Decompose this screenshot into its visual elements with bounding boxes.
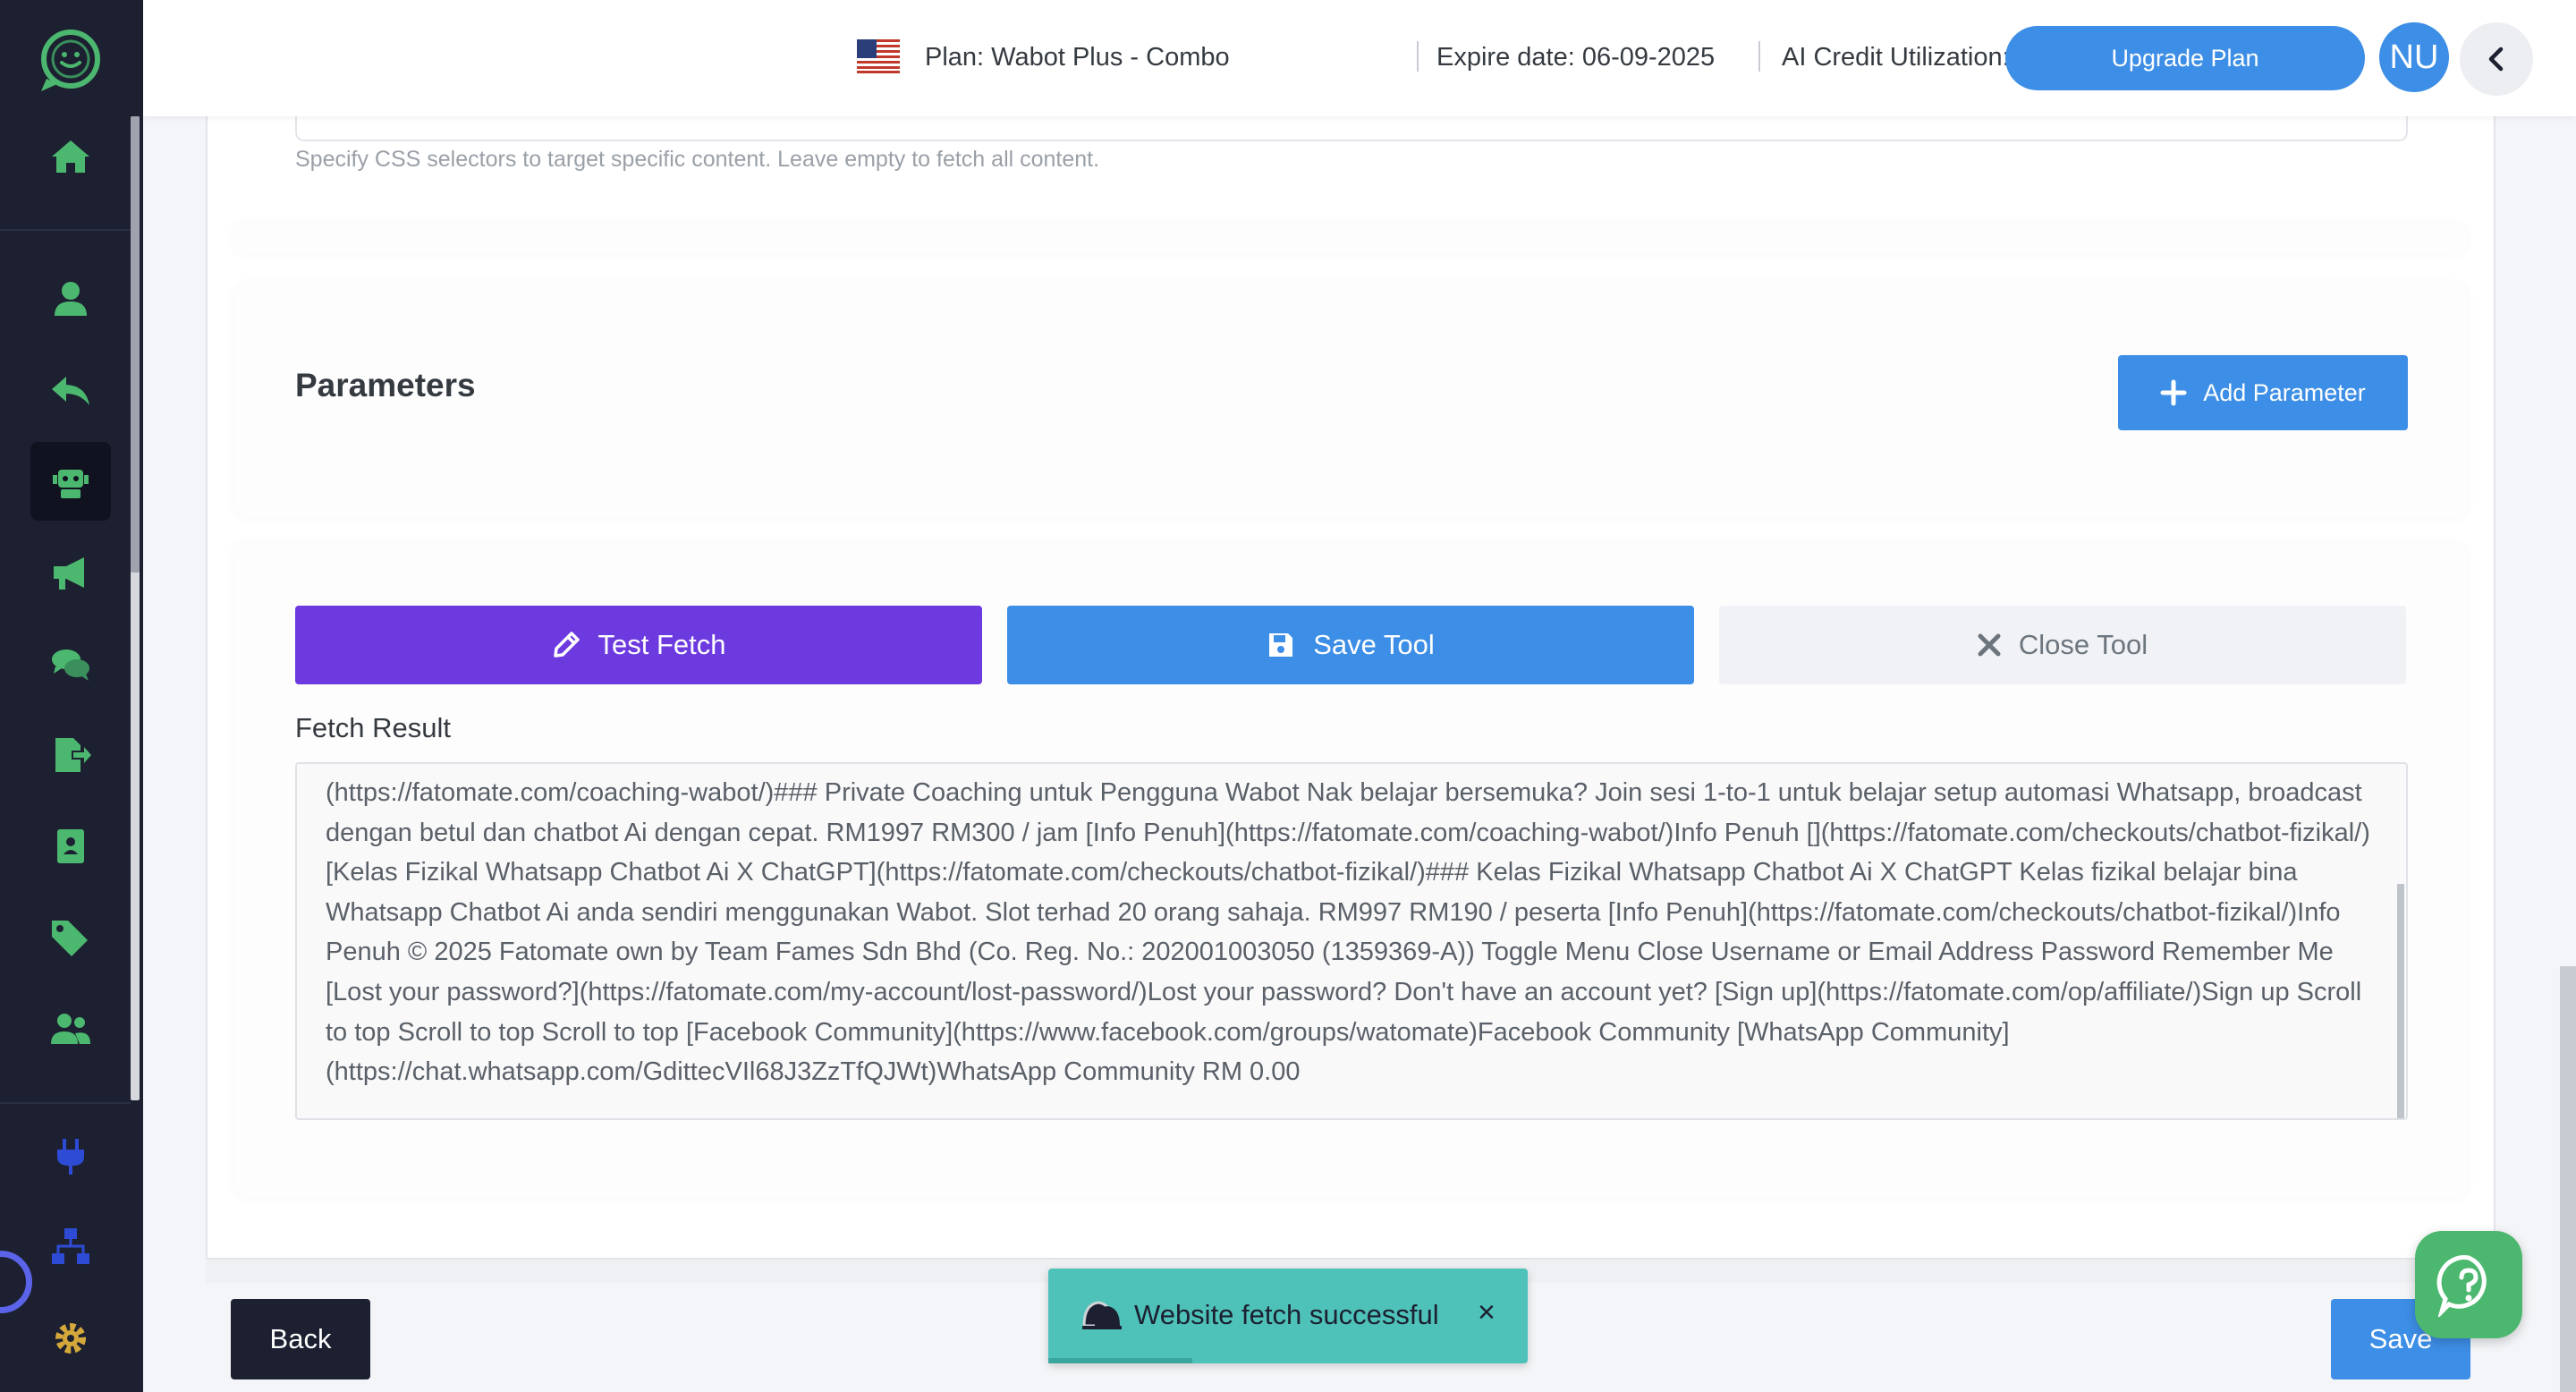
sidebar-item-integrations[interactable] — [30, 1116, 111, 1195]
megaphone-icon — [54, 557, 84, 590]
user-icon — [55, 282, 87, 316]
sidebar-item-contacts[interactable] — [30, 259, 111, 338]
logo-icon — [41, 30, 100, 91]
help-button[interactable] — [2415, 1231, 2522, 1338]
expire-date: Expire date: 06-09-2025 — [1436, 43, 1716, 72]
fetch-result-label: Fetch Result — [295, 712, 452, 743]
fetch-result-scrollbar[interactable] — [2397, 884, 2404, 1118]
question-chat-icon — [2436, 1255, 2487, 1317]
test-fetch-label: Test Fetch — [597, 629, 726, 660]
chevron-left-icon — [2488, 47, 2504, 72]
sidebar-item-home[interactable] — [30, 116, 111, 195]
css-selector-helper: Specify CSS selectors to target specific… — [295, 147, 1100, 172]
top-header: Plan: Wabot Plus - Combo Expire date: 06… — [143, 0, 2576, 116]
contact-book-icon — [57, 829, 84, 863]
sidebar — [0, 0, 143, 1392]
sidebar-item-team[interactable] — [30, 989, 111, 1068]
fetch-result-text: (https://fatomate.com/coaching-wabot/)##… — [326, 778, 2370, 1087]
css-selector-input[interactable] — [295, 116, 2408, 141]
toast-message: Website fetch successful — [1134, 1299, 1439, 1330]
close-tool-label: Close Tool — [2018, 629, 2148, 660]
floppy-disk-icon — [1269, 633, 1293, 657]
page-scrollbar[interactable] — [2560, 966, 2576, 1392]
parameters-title: Parameters — [295, 367, 476, 403]
close-icon — [1978, 633, 2001, 657]
plus-icon — [2160, 379, 2187, 406]
plan-info: Plan: Wabot Plus - Combo — [925, 43, 1230, 72]
add-parameter-label: Add Parameter — [2203, 378, 2366, 406]
home-icon — [52, 140, 89, 173]
chat-icon — [52, 649, 89, 681]
save-tool-label: Save Tool — [1313, 629, 1435, 660]
toast-close-button[interactable]: × — [1478, 1295, 1496, 1330]
sidebar-item-contact-book[interactable] — [30, 807, 111, 886]
sidebar-scrollbar[interactable] — [131, 116, 140, 1100]
plug-icon — [57, 1139, 84, 1175]
bell-icon — [1082, 1301, 1122, 1329]
sidebar-item-replies[interactable] — [30, 351, 111, 429]
toast-notification: Website fetch successful × — [1048, 1269, 1528, 1363]
reply-icon — [52, 377, 89, 405]
collapse-sidebar-button[interactable] — [2460, 22, 2533, 96]
gear-icon — [55, 1323, 86, 1354]
us-flag-icon[interactable] — [857, 39, 900, 73]
robot-icon — [53, 470, 89, 498]
sidebar-item-settings[interactable] — [30, 1299, 111, 1378]
test-fetch-button[interactable]: Test Fetch — [295, 606, 982, 684]
tag-icon — [52, 921, 88, 956]
back-button[interactable]: Back — [231, 1299, 370, 1379]
toast-progress-bar — [1048, 1358, 1192, 1363]
upgrade-plan-button[interactable]: Upgrade Plan — [2005, 26, 2365, 90]
sidebar-item-broadcast[interactable] — [30, 533, 111, 612]
pen-icon — [553, 632, 580, 658]
close-tool-button[interactable]: Close Tool — [1719, 606, 2406, 684]
users-icon — [51, 1014, 90, 1044]
sitemap-icon — [52, 1228, 89, 1264]
add-parameter-button[interactable]: Add Parameter — [2118, 355, 2408, 430]
sidebar-item-chat[interactable] — [30, 624, 111, 703]
avatar[interactable]: NU — [2379, 22, 2449, 92]
save-tool-button[interactable]: Save Tool — [1007, 606, 1694, 684]
sidebar-item-bots[interactable] — [30, 442, 111, 521]
export-icon — [55, 738, 91, 772]
status-ring[interactable] — [0, 1251, 32, 1313]
section-separator — [234, 224, 2467, 254]
sidebar-item-export[interactable] — [30, 716, 111, 794]
fetch-result-textarea[interactable]: (https://fatomate.com/coaching-wabot/)##… — [295, 762, 2408, 1120]
sidebar-item-tags[interactable] — [30, 898, 111, 977]
sidebar-item-flows[interactable] — [30, 1208, 111, 1286]
